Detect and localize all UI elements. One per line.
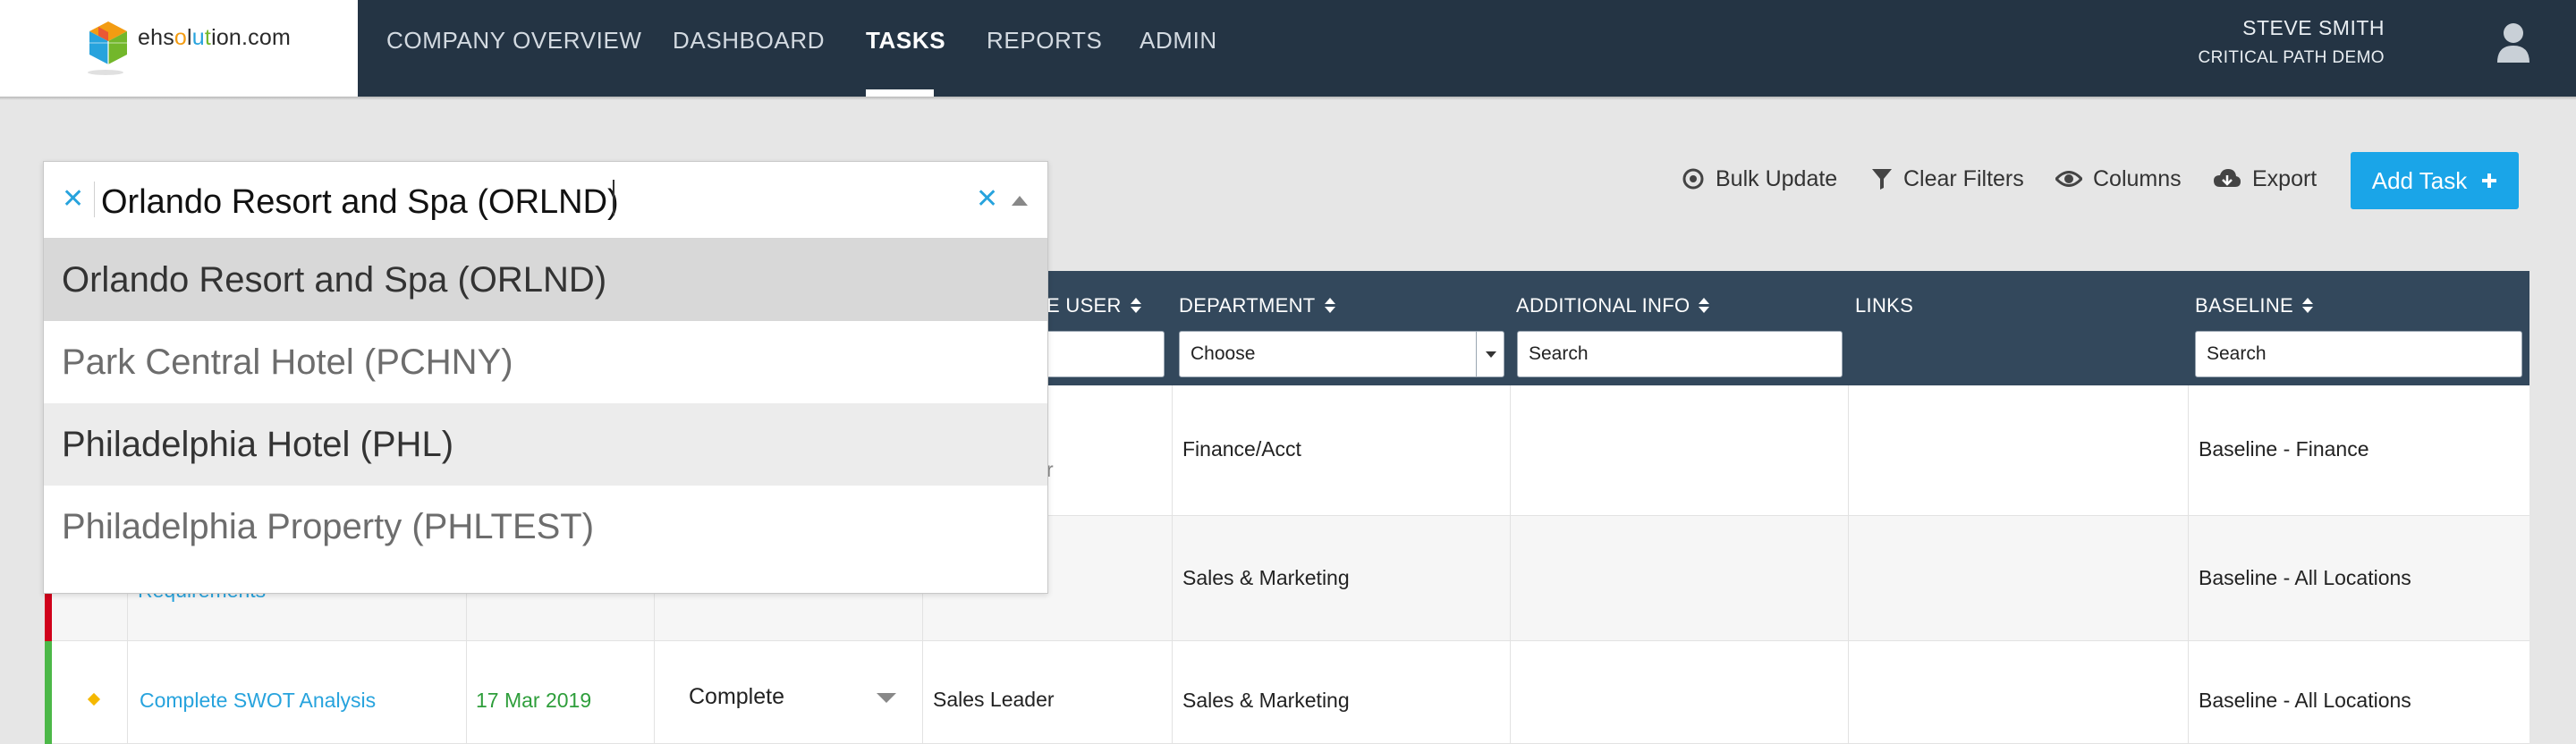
sort-icon[interactable] (1699, 298, 1710, 314)
bulk-update-label: Bulk Update (1716, 165, 1838, 191)
plus-icon (2482, 173, 2497, 188)
department-filter-select[interactable]: Choose (1179, 331, 1478, 377)
column-header-additional-info[interactable]: ADDITIONAL INFO (1516, 294, 1710, 317)
top-nav-bar: ehsolution.com COMPANY OVERVIEW DASHBOAR… (0, 0, 2576, 97)
logo-shadow (88, 70, 123, 75)
row2-baseline: Baseline - All Locations (2199, 566, 2411, 589)
additional-info-filter[interactable]: Search (1517, 331, 1843, 377)
sort-icon[interactable] (1130, 298, 1141, 314)
columns-label: Columns (2093, 165, 2182, 191)
add-task-label: Add Task (2371, 166, 2468, 194)
row1-department: Finance/Acct (1182, 437, 1301, 461)
chevron-down-icon[interactable] (1476, 331, 1504, 377)
user-avatar-icon[interactable] (2496, 21, 2531, 64)
nav-admin[interactable]: ADMIN (1140, 27, 1217, 55)
eye-icon (2055, 171, 2082, 187)
export-label: Export (2252, 165, 2318, 191)
sort-icon[interactable] (1324, 298, 1335, 314)
add-task-button[interactable]: Add Task (2351, 152, 2519, 209)
row3-department: Sales & Marketing (1182, 689, 1350, 712)
row3-responsible-user: Sales Leader (933, 688, 1055, 711)
row3-task-link[interactable]: Complete SWOT Analysis (140, 689, 376, 713)
columns-button[interactable]: Columns (2055, 165, 2182, 193)
status-color-bar (45, 641, 52, 744)
divider (94, 182, 95, 217)
row3-status-select[interactable]: Complete (689, 684, 784, 710)
chevron-down-icon[interactable] (877, 693, 896, 703)
clear-filters-label: Clear Filters (1903, 165, 2024, 191)
filter-icon (1872, 169, 1892, 190)
column-header-department[interactable]: DEPARTMENT (1179, 294, 1335, 317)
user-name[interactable]: STEVE SMITH (2242, 16, 2385, 40)
cube-logo-icon (89, 21, 127, 64)
clear-filters-button[interactable]: Clear Filters (1871, 165, 2024, 193)
baseline-filter[interactable]: Search (2195, 331, 2522, 377)
column-header-responsible-user[interactable]: E USER (1046, 294, 1141, 317)
location-select[interactable]: ✕ Orlando Resort and Spa (ORLND) ✕ Orlan… (43, 161, 1048, 594)
location-option[interactable]: Philadelphia Property (PHLTEST) (44, 486, 1047, 568)
logo[interactable]: ehsolution.com (0, 0, 358, 97)
column-divider (1172, 385, 1173, 744)
clear-icon[interactable]: ✕ (976, 183, 998, 215)
responsible-user-filter[interactable] (1046, 331, 1165, 377)
column-header-baseline[interactable]: BASELINE (2195, 294, 2314, 317)
remove-value-icon[interactable]: ✕ (62, 183, 84, 215)
row2-department: Sales & Marketing (1182, 566, 1350, 589)
location-select-control[interactable]: ✕ Orlando Resort and Spa (ORLND) ✕ (44, 162, 1047, 239)
column-divider (1848, 385, 1849, 744)
location-option[interactable]: Orlando Resort and Spa (ORLND) (44, 239, 1047, 321)
chevron-up-icon[interactable] (1012, 196, 1028, 206)
user-organization: CRITICAL PATH DEMO (2198, 48, 2385, 67)
nav-shadow (0, 97, 2576, 100)
row3-due-date: 17 Mar 2019 (476, 689, 592, 712)
nav-dashboard[interactable]: DASHBOARD (673, 27, 825, 55)
location-option[interactable]: Park Central Hotel (PCHNY) (44, 321, 1047, 403)
location-option[interactable]: Philadelphia Hotel (PHL) (44, 403, 1047, 486)
column-divider (1510, 385, 1511, 744)
target-icon (1682, 168, 1704, 190)
row3-baseline: Baseline - All Locations (2199, 689, 2411, 712)
nav-reports[interactable]: REPORTS (987, 27, 1102, 55)
text-cursor (613, 180, 614, 216)
nav-active-indicator (866, 89, 934, 97)
sort-icon[interactable] (2302, 298, 2314, 314)
bulk-update-button[interactable]: Bulk Update (1682, 165, 1837, 193)
column-divider (2188, 385, 2189, 744)
location-select-value[interactable]: Orlando Resort and Spa (ORLND) (101, 183, 619, 222)
export-button[interactable]: Export (2213, 165, 2317, 193)
column-header-links: LINKS (1855, 294, 1914, 317)
logo-wordmark: ehsolution.com (138, 25, 292, 50)
cloud-download-icon (2214, 169, 2241, 187)
nav-company-overview[interactable]: COMPANY OVERVIEW (386, 27, 642, 55)
row1-baseline: Baseline - Finance (2199, 437, 2369, 461)
nav-tasks[interactable]: TASKS (866, 27, 945, 55)
